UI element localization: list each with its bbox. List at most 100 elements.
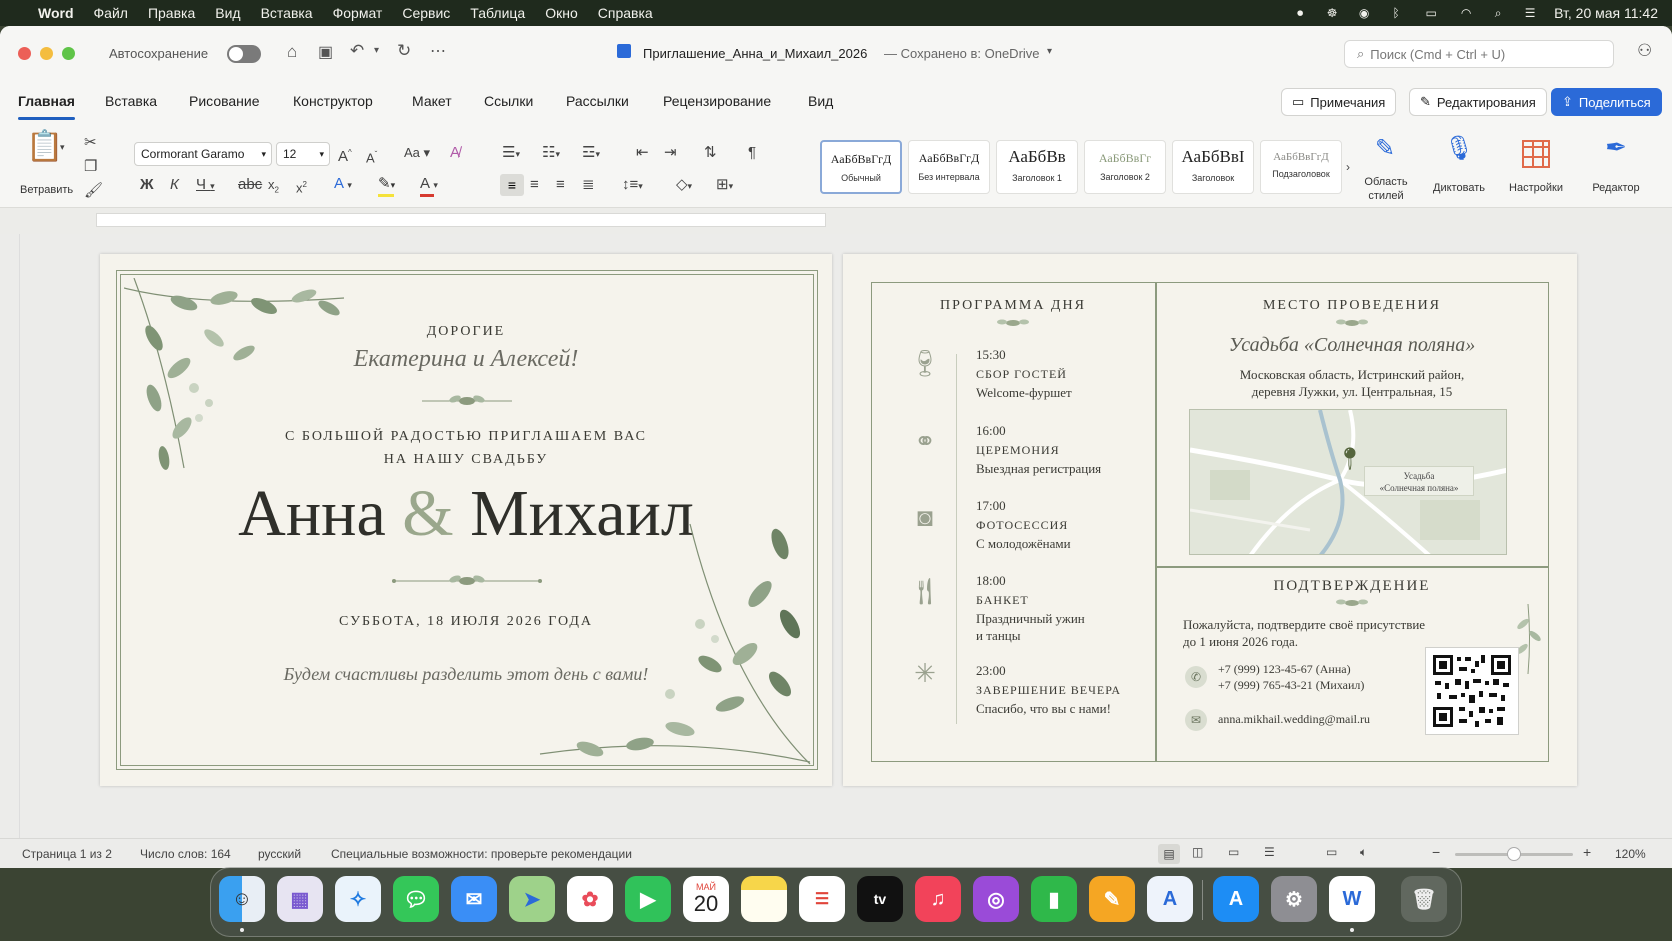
redo-icon[interactable]: ↻ <box>397 41 411 61</box>
editing-mode-button[interactable]: ✎ Редактирования <box>1409 88 1547 116</box>
microphone-icon[interactable]: 🎙 <box>1444 137 1474 161</box>
justify-icon[interactable]: ≣ <box>582 176 595 194</box>
page-1[interactable]: ДОРОГИЕ Екатерина и Алексей! С БОЛЬШОЙ Р… <box>100 254 832 786</box>
print-layout-icon[interactable]: ▤ <box>1158 844 1180 864</box>
dictate-label[interactable]: Диктовать <box>1427 182 1491 194</box>
align-left-button[interactable]: ≡ <box>500 174 524 196</box>
settings-grid-icon[interactable] <box>1522 140 1550 168</box>
editor-pen-icon[interactable]: ✒ <box>1600 134 1632 160</box>
autosave-toggle[interactable] <box>227 45 261 63</box>
wifi-icon[interactable]: ◠ <box>1458 6 1474 20</box>
share-people-icon[interactable]: ⚇ <box>1637 41 1652 61</box>
font-name-select[interactable]: Cormorant Garamo ▾ <box>134 142 272 166</box>
tab-insert[interactable]: Вставка <box>105 93 157 109</box>
menu-tools[interactable]: Сервис <box>392 5 460 21</box>
menu-view[interactable]: Вид <box>205 5 250 21</box>
accessibility-icon[interactable]: ☸ <box>1324 6 1340 20</box>
zoom-level[interactable]: 120% <box>1615 847 1646 861</box>
shading-icon[interactable]: ◇▾ <box>676 176 692 195</box>
clear-formatting-icon[interactable]: A̸ <box>450 144 460 162</box>
align-center-icon[interactable]: ≡ <box>530 176 539 194</box>
rsvp-phone-1[interactable]: +7 (999) 123-45-67 (Анна) <box>1218 661 1351 678</box>
styles-more-chevron-icon[interactable]: › <box>1346 158 1350 176</box>
more-commands-icon[interactable]: ⋯ <box>430 41 446 61</box>
venue-map[interactable]: 📍︎ Усадьба «Солнечная поляна» <box>1189 409 1507 555</box>
zoom-window-button[interactable] <box>62 47 75 60</box>
xcode-instruments-icon[interactable]: A <box>1147 876 1193 922</box>
share-button[interactable]: ⇪ Поделиться <box>1551 88 1662 116</box>
ruler-track[interactable] <box>96 213 826 227</box>
paste-label[interactable]: Ветравить <box>20 184 73 196</box>
zoom-in-icon[interactable]: + <box>1583 844 1591 860</box>
save-icon[interactable]: ▣ <box>318 42 333 62</box>
web-layout-icon[interactable]: ◫ <box>1192 845 1203 859</box>
style-heading-2[interactable]: АаБбВвГг Заголовок 2 <box>1084 140 1166 194</box>
sort-icon[interactable]: ⇅ <box>704 144 717 162</box>
pages-icon[interactable]: ✎ <box>1089 876 1135 922</box>
podcasts-icon[interactable]: ◎ <box>973 876 1019 922</box>
messages-icon[interactable]: 💬︎ <box>393 876 439 922</box>
paste-icon[interactable]: 📋 <box>26 132 63 162</box>
home-icon[interactable]: ⌂ <box>287 42 297 62</box>
control-center-icon[interactable]: ☰ <box>1522 6 1538 20</box>
tab-draw[interactable]: Рисование <box>189 93 260 109</box>
style-title[interactable]: АаБбВвI Заголовок <box>1172 140 1254 194</box>
search-input[interactable]: ⌕ Поиск (Cmd + Ctrl + U) <box>1344 40 1614 68</box>
minimize-window-button[interactable] <box>40 47 53 60</box>
menu-table[interactable]: Таблица <box>460 5 535 21</box>
read-aloud-icon[interactable]: 🔈︎ <box>1360 845 1367 860</box>
menu-edit[interactable]: Правка <box>138 5 205 21</box>
borders-icon[interactable]: ⊞▾ <box>716 176 733 195</box>
line-spacing-icon[interactable]: ↕≡▾ <box>622 176 643 195</box>
rsvp-email[interactable]: anna.mikhail.wedding@mail.ru <box>1218 711 1370 728</box>
format-painter-icon[interactable]: 🖌 <box>84 182 103 200</box>
document-title[interactable]: Приглашение_Анна_и_Михаил_2026 <box>643 46 867 61</box>
menu-format[interactable]: Формат <box>323 5 393 21</box>
undo-dropdown-icon[interactable]: ▾ <box>374 45 379 56</box>
apple-tv-icon[interactable]: tv <box>857 876 903 922</box>
font-color-icon[interactable]: A ▾ <box>420 175 438 194</box>
qr-code[interactable] <box>1425 647 1519 735</box>
launchpad-icon[interactable]: ▦ <box>277 876 323 922</box>
styles-pane-label-2[interactable]: стилей <box>1364 190 1408 202</box>
copy-icon[interactable]: ❐ <box>84 158 97 176</box>
tab-home[interactable]: Главная <box>18 93 75 120</box>
tab-mailings[interactable]: Рассылки <box>566 93 629 109</box>
screen-record-icon[interactable]: ◉ <box>1356 6 1372 20</box>
style-no-spacing[interactable]: АаБбВвГгД Без интервала <box>908 140 990 194</box>
subscript-button[interactable]: x2 <box>268 176 279 200</box>
superscript-button[interactable]: x2 <box>296 176 307 197</box>
style-normal[interactable]: АаБбВвГгД Обычный <box>820 140 902 194</box>
language[interactable]: русский <box>258 847 301 861</box>
bullets-icon[interactable]: ☰▾ <box>502 144 520 163</box>
menu-window[interactable]: Окно <box>535 5 588 21</box>
zoom-out-icon[interactable]: − <box>1432 844 1440 860</box>
grow-font-icon[interactable]: A^ <box>338 144 352 166</box>
zoom-slider-thumb[interactable] <box>1507 847 1521 861</box>
style-heading-1[interactable]: АаБбВв Заголовок 1 <box>996 140 1078 194</box>
comments-button[interactable]: ▭ Примечания <box>1281 88 1397 116</box>
draft-view-icon[interactable]: ☰ <box>1264 845 1275 859</box>
tab-view[interactable]: Вид <box>808 93 833 109</box>
finder-icon[interactable]: ☺ <box>219 876 265 922</box>
menu-app-name[interactable]: Word <box>28 5 84 21</box>
tab-references[interactable]: Ссылки <box>484 93 533 109</box>
tab-review[interactable]: Рецензирование <box>663 93 771 109</box>
align-right-icon[interactable]: ≡ <box>556 176 565 194</box>
saved-status-chevron-icon[interactable]: ▾ <box>1047 46 1052 57</box>
word-count[interactable]: Число слов: 164 <box>140 847 231 861</box>
shrink-font-icon[interactable]: Aˇ <box>366 146 377 167</box>
app-store-icon[interactable]: A <box>1213 876 1259 922</box>
bluetooth-icon[interactable]: ᛒ <box>1388 6 1404 20</box>
highlight-color-icon[interactable]: ✎▾ <box>378 175 395 194</box>
change-case-icon[interactable]: Aa ▾ <box>404 144 430 162</box>
safari-icon[interactable]: ✧ <box>335 876 381 922</box>
close-window-button[interactable] <box>18 47 31 60</box>
outline-view-icon[interactable]: ▭ <box>1228 845 1239 859</box>
styles-pane-icon[interactable]: ✎ <box>1370 137 1400 161</box>
font-size-select[interactable]: 12 ▾ <box>276 142 330 166</box>
tab-layout[interactable]: Макет <box>412 93 452 109</box>
mail-app-icon[interactable]: ✉ <box>451 876 497 922</box>
notes-icon[interactable] <box>741 876 787 922</box>
word-app-icon[interactable]: W <box>1329 876 1375 922</box>
